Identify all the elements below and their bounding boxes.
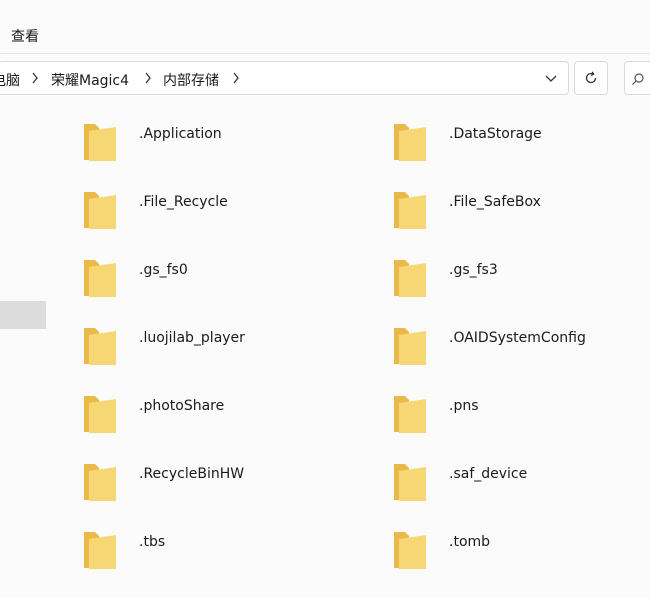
folder-icon [84,396,116,433]
folder-item[interactable]: .tbs [83,524,373,580]
folder-item[interactable]: .File_Recycle [83,184,373,240]
file-explorer-window: 查看 电脑 荣耀Magic4 内部存储 [0,0,650,598]
folder-name: .OAIDSystemConfig [449,330,586,346]
folder-item[interactable]: .gs_fs3 [393,252,643,308]
folder-item[interactable]: .Application [83,116,373,172]
folder-name: .File_SafeBox [449,194,541,210]
chevron-right-icon[interactable] [31,71,39,85]
address-row: 电脑 荣耀Magic4 内部存储 [0,54,650,104]
chevron-right-icon[interactable] [232,71,240,85]
folder-name: .photoShare [139,398,225,414]
folder-icon [84,124,116,161]
folder-icon [394,328,426,365]
folder-icon [394,396,426,433]
breadcrumb-device[interactable]: 荣耀Magic4 [51,70,129,90]
folder-name: .saf_device [449,466,528,482]
folder-name: .gs_fs3 [449,262,498,278]
folder-icon [394,192,426,229]
folder-item[interactable]: .photoShare [83,388,373,444]
folder-name: .tbs [139,534,166,550]
folder-item[interactable]: .gs_fs0 [83,252,373,308]
folder-name: .luojilab_player [139,330,245,346]
menu-bar: 查看 [0,0,650,54]
folder-name: .RecycleBinHW [139,466,245,482]
menu-view[interactable]: 查看 [11,26,39,46]
folder-item[interactable]: .File_SafeBox [393,184,643,240]
folder-name: .Application [139,126,222,142]
refresh-button[interactable] [574,61,608,95]
folder-name: .pns [449,398,479,414]
folder-icon [84,464,116,501]
chevron-right-icon[interactable] [144,71,152,85]
folder-name: .DataStorage [449,126,542,142]
folder-icon [394,260,426,297]
address-bar[interactable]: 电脑 荣耀Magic4 内部存储 [0,61,569,95]
folder-item[interactable]: .RecycleBinHW [83,456,373,512]
refresh-icon [585,71,597,84]
folder-item[interactable]: .DataStorage [393,116,643,172]
folder-icon [394,464,426,501]
search-input[interactable] [624,61,650,95]
folder-icon [84,328,116,365]
breadcrumb-this-pc[interactable]: 电脑 [0,70,20,90]
folder-name: .gs_fs0 [139,262,188,278]
folder-item[interactable]: .saf_device [393,456,643,512]
folder-icon [84,532,116,569]
folder-icon [394,532,426,569]
folder-icon [84,192,116,229]
chevron-down-icon[interactable] [544,72,558,86]
search-icon [632,73,644,85]
folder-icon [84,260,116,297]
folder-name: .tomb [449,534,491,550]
folder-item[interactable]: .luojilab_player [83,320,373,376]
folder-item[interactable]: .pns [393,388,643,444]
folder-name: .File_Recycle [139,194,228,210]
breadcrumb-internal-storage[interactable]: 内部存储 [163,70,219,90]
folder-item[interactable]: .OAIDSystemConfig [393,320,643,376]
folder-item[interactable]: .tomb [393,524,643,580]
file-list: .Application .File_Recycle .gs_fs0 .luoj… [0,104,650,598]
folder-icon [394,124,426,161]
